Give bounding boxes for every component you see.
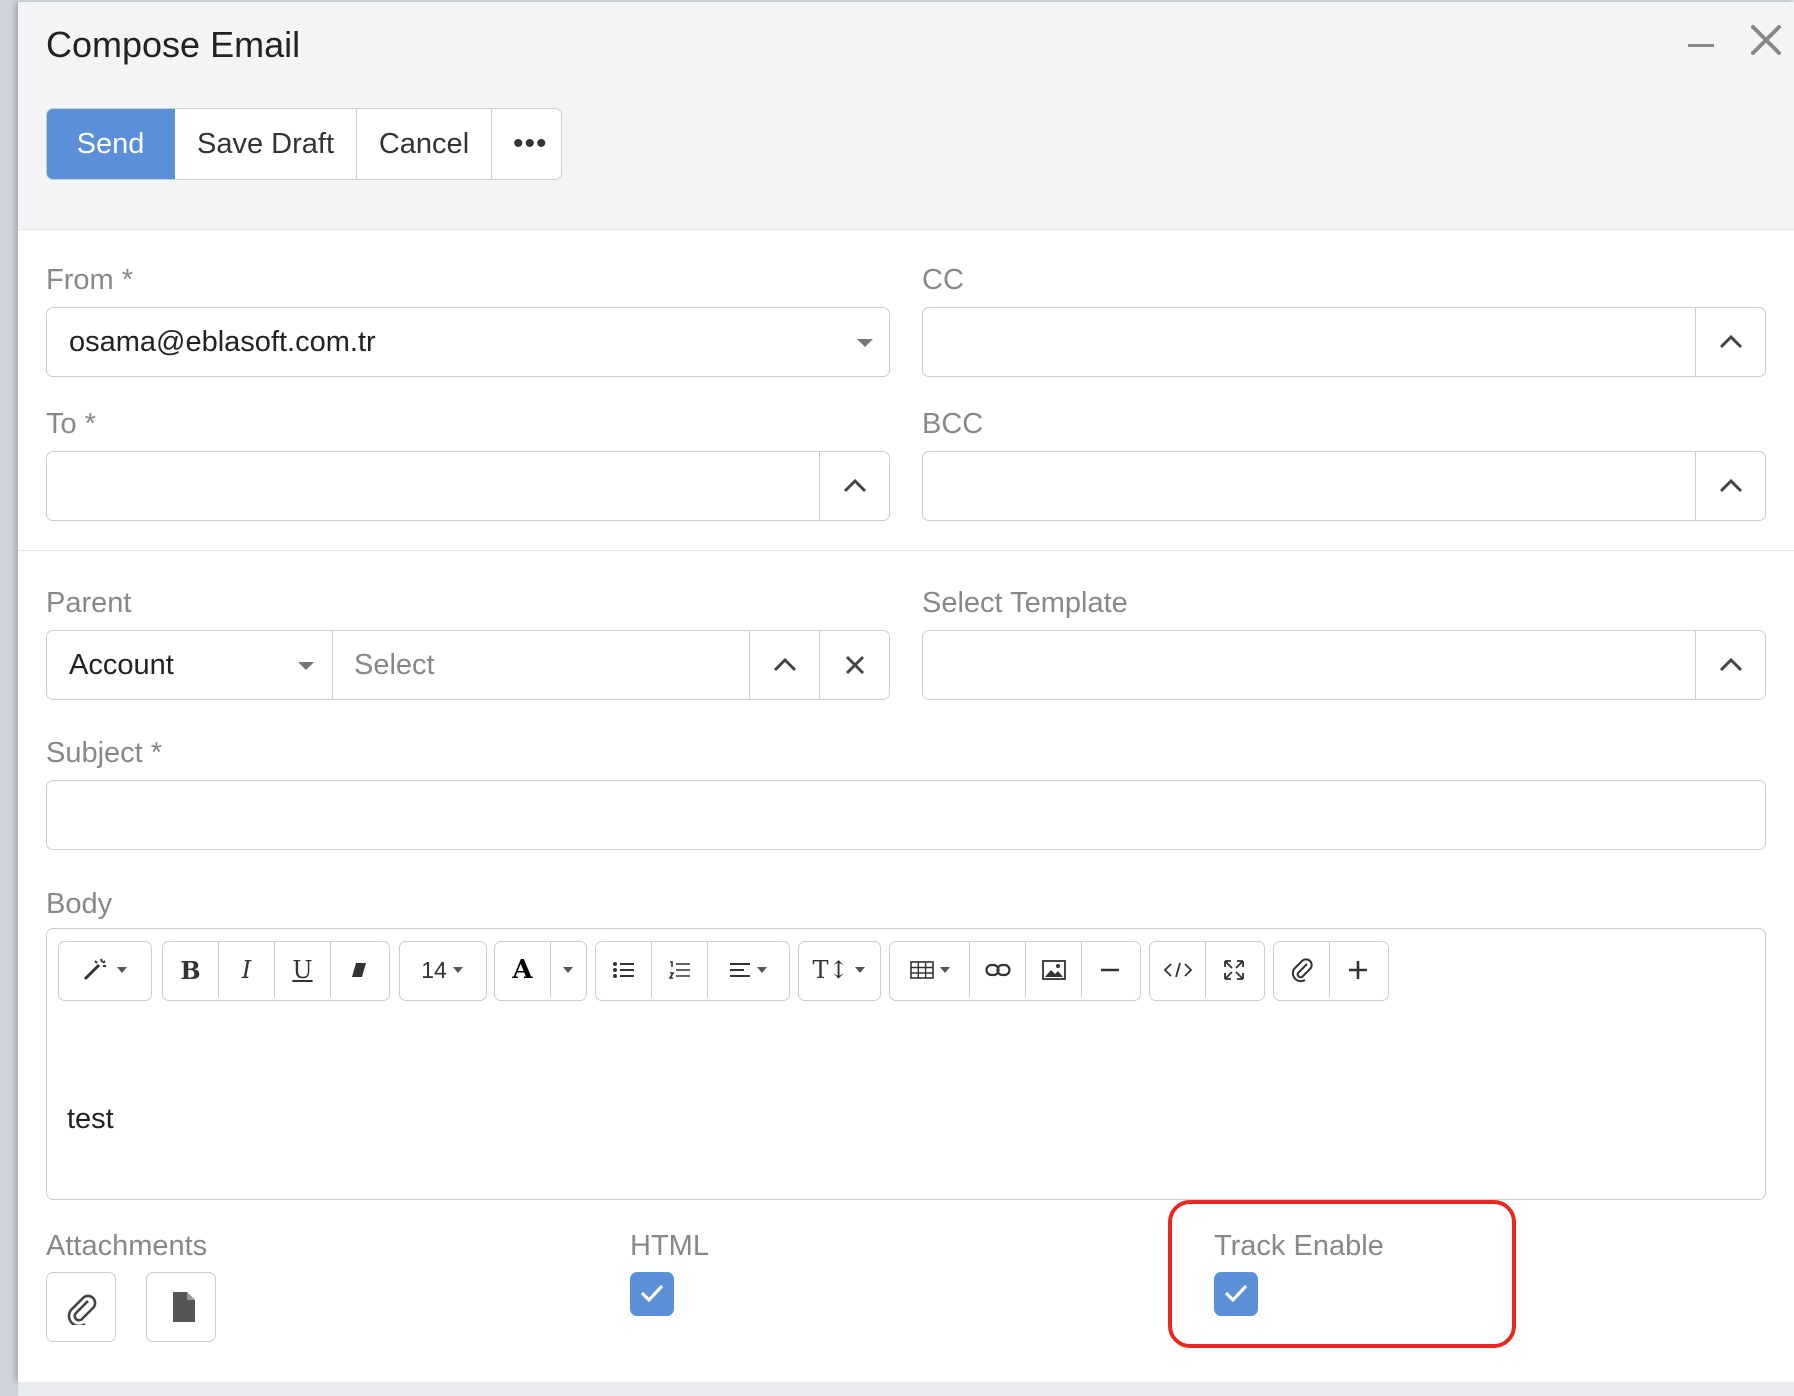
insert-link-button[interactable] [970, 942, 1026, 998]
bcc-input[interactable] [922, 451, 1766, 521]
insert-more-button[interactable] [1330, 942, 1386, 998]
bullet-list-icon [612, 962, 634, 978]
align-left-icon [729, 963, 750, 977]
attach-file-button[interactable] [46, 1272, 116, 1342]
select-template-label: Select Template [922, 587, 1128, 619]
from-label: From * [46, 264, 133, 296]
attach-file-button[interactable] [1274, 942, 1330, 998]
chevron-down-icon [562, 967, 573, 973]
numbered-list-icon [668, 961, 690, 979]
to-input[interactable] [46, 451, 890, 521]
parent-clear-button[interactable] [819, 631, 889, 699]
code-view-button[interactable] [1150, 942, 1206, 998]
eraser-icon [352, 963, 366, 977]
insert-image-button[interactable] [1026, 942, 1082, 998]
font-color-button[interactable]: A [495, 942, 551, 998]
close-icon[interactable] [1746, 20, 1786, 60]
clear-format-button[interactable] [331, 942, 387, 998]
send-button[interactable]: Send [47, 109, 175, 179]
subject-input[interactable] [46, 780, 1766, 850]
attachments-label: Attachments [46, 1230, 208, 1262]
select-template-input[interactable] [922, 630, 1766, 700]
chevron-up-icon [1719, 478, 1743, 493]
background-page-strip [0, 0, 18, 1396]
fullscreen-icon [1224, 960, 1244, 980]
template-expand-button[interactable] [1695, 631, 1765, 699]
track-enable-highlight-annotation [1168, 1200, 1516, 1348]
style-dropdown-button[interactable] [59, 942, 149, 998]
document-icon [173, 1292, 195, 1322]
paragraph-align-dropdown[interactable] [708, 942, 787, 998]
code-icon [1163, 962, 1192, 978]
bcc-expand-button[interactable] [1695, 452, 1765, 520]
font-color-dropdown[interactable] [551, 942, 584, 998]
chevron-down-icon [939, 967, 950, 973]
chevron-down-icon [117, 967, 127, 973]
body-content[interactable]: test [67, 1103, 114, 1136]
more-actions-button[interactable]: ••• [492, 109, 561, 179]
cc-label: CC [922, 264, 964, 296]
horizontal-rule-icon [1101, 968, 1119, 972]
paperclip-icon [1291, 958, 1313, 983]
magic-wand-icon [83, 958, 106, 981]
cancel-button[interactable]: Cancel [357, 109, 492, 179]
section-divider [18, 550, 1794, 551]
modal-footer-bar [18, 1382, 1794, 1396]
numbered-list-button[interactable] [652, 942, 708, 998]
chevron-up-icon [773, 657, 797, 672]
to-label: To * [46, 408, 96, 440]
chevron-down-icon [854, 967, 865, 973]
chevron-down-icon [857, 339, 873, 347]
subject-label: Subject * [46, 737, 163, 769]
html-checkbox[interactable] [630, 1272, 674, 1316]
attach-document-button[interactable] [146, 1272, 216, 1342]
modal-header: Compose Email Send Save Draft Cancel ••• [18, 2, 1794, 230]
bcc-label: BCC [922, 408, 984, 440]
body-label: Body [46, 888, 113, 920]
image-icon [1041, 960, 1066, 980]
bullet-list-button[interactable] [596, 942, 652, 998]
checkmark-icon [640, 1284, 664, 1303]
bold-button[interactable]: B [163, 942, 219, 998]
paperclip-icon [67, 1294, 97, 1325]
compose-email-modal: Compose Email Send Save Draft Cancel •••… [18, 2, 1794, 1382]
text-height-icon: T↕ [812, 956, 849, 984]
cc-input[interactable] [922, 307, 1766, 377]
cc-expand-button[interactable] [1695, 308, 1765, 376]
font-size-dropdown[interactable]: 14 [400, 942, 484, 998]
fullscreen-button[interactable] [1206, 942, 1262, 998]
parent-select-button[interactable] [749, 631, 819, 699]
from-select[interactable]: osama@eblasoft.com.tr [46, 307, 890, 377]
chevron-down-icon [756, 967, 767, 973]
parent-record-input[interactable]: Select [354, 631, 435, 699]
chevron-up-icon [1719, 334, 1743, 349]
underline-button[interactable]: U [275, 942, 331, 998]
save-draft-button[interactable]: Save Draft [175, 109, 357, 179]
link-icon [984, 963, 1011, 977]
parent-type-select[interactable]: Account [47, 631, 333, 699]
horizontal-rule-button[interactable] [1082, 942, 1138, 998]
plus-icon [1349, 961, 1367, 979]
modal-title: Compose Email [46, 24, 301, 65]
from-value: osama@eblasoft.com.tr [69, 326, 376, 358]
to-expand-button[interactable] [819, 452, 889, 520]
action-button-group: Send Save Draft Cancel ••• [46, 108, 562, 180]
parent-label: Parent [46, 587, 132, 619]
close-icon [845, 655, 865, 675]
chevron-down-icon [452, 967, 463, 973]
chevron-up-icon [843, 478, 867, 493]
chevron-up-icon [1719, 657, 1743, 672]
italic-button[interactable]: I [219, 942, 275, 998]
body-editor[interactable]: B I U 14 A T↕ test [46, 928, 1766, 1200]
minimize-icon[interactable] [1680, 20, 1720, 60]
line-height-dropdown[interactable]: T↕ [799, 942, 878, 998]
parent-field: Account Select [46, 630, 890, 700]
table-icon [909, 961, 934, 979]
table-dropdown-button[interactable] [890, 942, 970, 998]
html-label: HTML [630, 1230, 709, 1262]
chevron-down-icon [298, 662, 314, 670]
